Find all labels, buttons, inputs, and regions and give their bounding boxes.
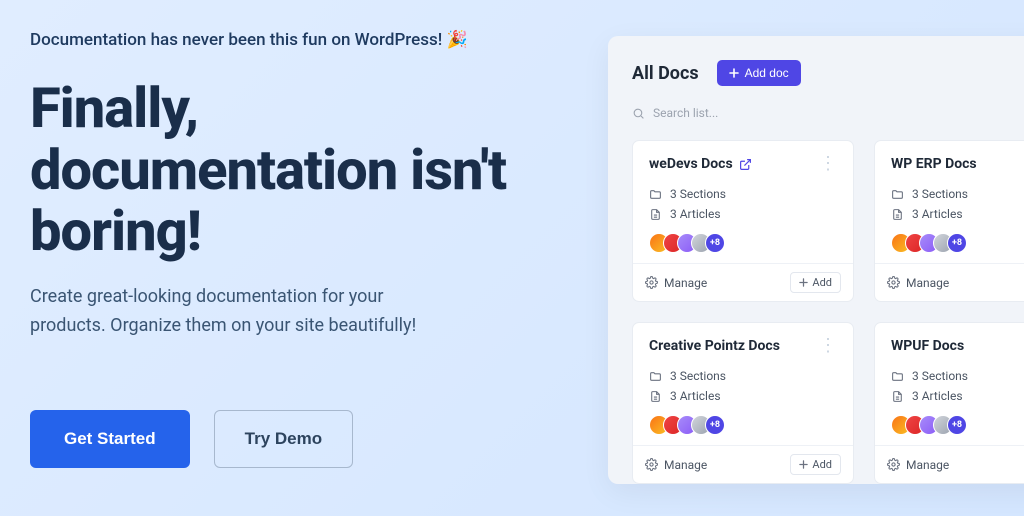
card-title[interactable]: WP ERP Docs bbox=[891, 156, 977, 172]
add-label: Add bbox=[812, 276, 832, 289]
file-icon bbox=[649, 390, 662, 403]
avatar-more-badge: +8 bbox=[705, 233, 725, 253]
sections-count: 3 Sections bbox=[912, 369, 968, 383]
sections-count: 3 Sections bbox=[670, 187, 726, 201]
folder-icon bbox=[891, 188, 904, 201]
add-button[interactable]: Add bbox=[790, 272, 841, 293]
card-title-text: WP ERP Docs bbox=[891, 156, 977, 172]
articles-count: 3 Articles bbox=[670, 389, 721, 403]
gear-icon bbox=[887, 458, 900, 471]
card-title-text: weDevs Docs bbox=[649, 156, 733, 172]
avatar-more-badge: +8 bbox=[947, 233, 967, 253]
doc-card: WP ERP Docs ⋮ 3 Sections 3 Articles +8 bbox=[874, 140, 1024, 302]
articles-count: 3 Articles bbox=[912, 207, 963, 221]
contributors-avatars: +8 bbox=[891, 415, 1024, 435]
file-icon bbox=[891, 390, 904, 403]
plus-icon bbox=[729, 68, 739, 78]
docs-panel: All Docs Add doc Search list... weDevs D… bbox=[608, 36, 1024, 484]
manage-label: Manage bbox=[906, 458, 949, 472]
folder-icon bbox=[891, 370, 904, 383]
sections-count: 3 Sections bbox=[912, 187, 968, 201]
manage-button[interactable]: Manage bbox=[887, 458, 949, 472]
search-icon bbox=[632, 107, 645, 120]
card-title-text: WPUF Docs bbox=[891, 338, 964, 354]
file-icon bbox=[891, 208, 904, 221]
doc-card: WPUF Docs ⋮ 3 Sections 3 Articles +8 bbox=[874, 322, 1024, 484]
card-menu-icon[interactable]: ⋮ bbox=[819, 337, 837, 355]
manage-button[interactable]: Manage bbox=[645, 276, 707, 290]
contributors-avatars: +8 bbox=[649, 233, 837, 253]
manage-label: Manage bbox=[664, 458, 707, 472]
external-link-icon[interactable] bbox=[739, 158, 752, 171]
articles-count: 3 Articles bbox=[670, 207, 721, 221]
file-icon bbox=[649, 208, 662, 221]
hero-tagline: Documentation has never been this fun on… bbox=[30, 30, 560, 50]
avatar-more-badge: +8 bbox=[705, 415, 725, 435]
add-label: Add bbox=[812, 458, 832, 471]
gear-icon bbox=[887, 276, 900, 289]
search-placeholder: Search list... bbox=[653, 106, 718, 120]
search-input[interactable]: Search list... bbox=[632, 106, 1024, 120]
plus-icon bbox=[799, 460, 808, 469]
gear-icon bbox=[645, 458, 658, 471]
manage-button[interactable]: Manage bbox=[645, 458, 707, 472]
add-button[interactable]: Add bbox=[790, 454, 841, 475]
doc-card: Creative Pointz Docs ⋮ 3 Sections 3 Arti… bbox=[632, 322, 854, 484]
plus-icon bbox=[799, 278, 808, 287]
card-title-text: Creative Pointz Docs bbox=[649, 338, 780, 354]
gear-icon bbox=[645, 276, 658, 289]
folder-icon bbox=[649, 188, 662, 201]
card-title[interactable]: WPUF Docs bbox=[891, 338, 964, 354]
try-demo-button[interactable]: Try Demo bbox=[214, 410, 353, 468]
doc-card: weDevs Docs ⋮ 3 Sections 3 Articles +8 bbox=[632, 140, 854, 302]
hero-subhead: Create great-looking documentation for y… bbox=[30, 283, 460, 341]
folder-icon bbox=[649, 370, 662, 383]
articles-count: 3 Articles bbox=[912, 389, 963, 403]
panel-title: All Docs bbox=[632, 63, 699, 84]
sections-count: 3 Sections bbox=[670, 369, 726, 383]
manage-label: Manage bbox=[906, 276, 949, 290]
manage-label: Manage bbox=[664, 276, 707, 290]
get-started-button[interactable]: Get Started bbox=[30, 410, 190, 468]
add-doc-button[interactable]: Add doc bbox=[717, 60, 801, 86]
contributors-avatars: +8 bbox=[649, 415, 837, 435]
contributors-avatars: +8 bbox=[891, 233, 1024, 253]
hero-headline: Finally, documentation isn't boring! bbox=[30, 78, 560, 263]
add-doc-label: Add doc bbox=[745, 66, 789, 80]
card-title[interactable]: weDevs Docs bbox=[649, 156, 752, 172]
manage-button[interactable]: Manage bbox=[887, 276, 949, 290]
card-title[interactable]: Creative Pointz Docs bbox=[649, 338, 780, 354]
avatar-more-badge: +8 bbox=[947, 415, 967, 435]
card-menu-icon[interactable]: ⋮ bbox=[819, 155, 837, 173]
